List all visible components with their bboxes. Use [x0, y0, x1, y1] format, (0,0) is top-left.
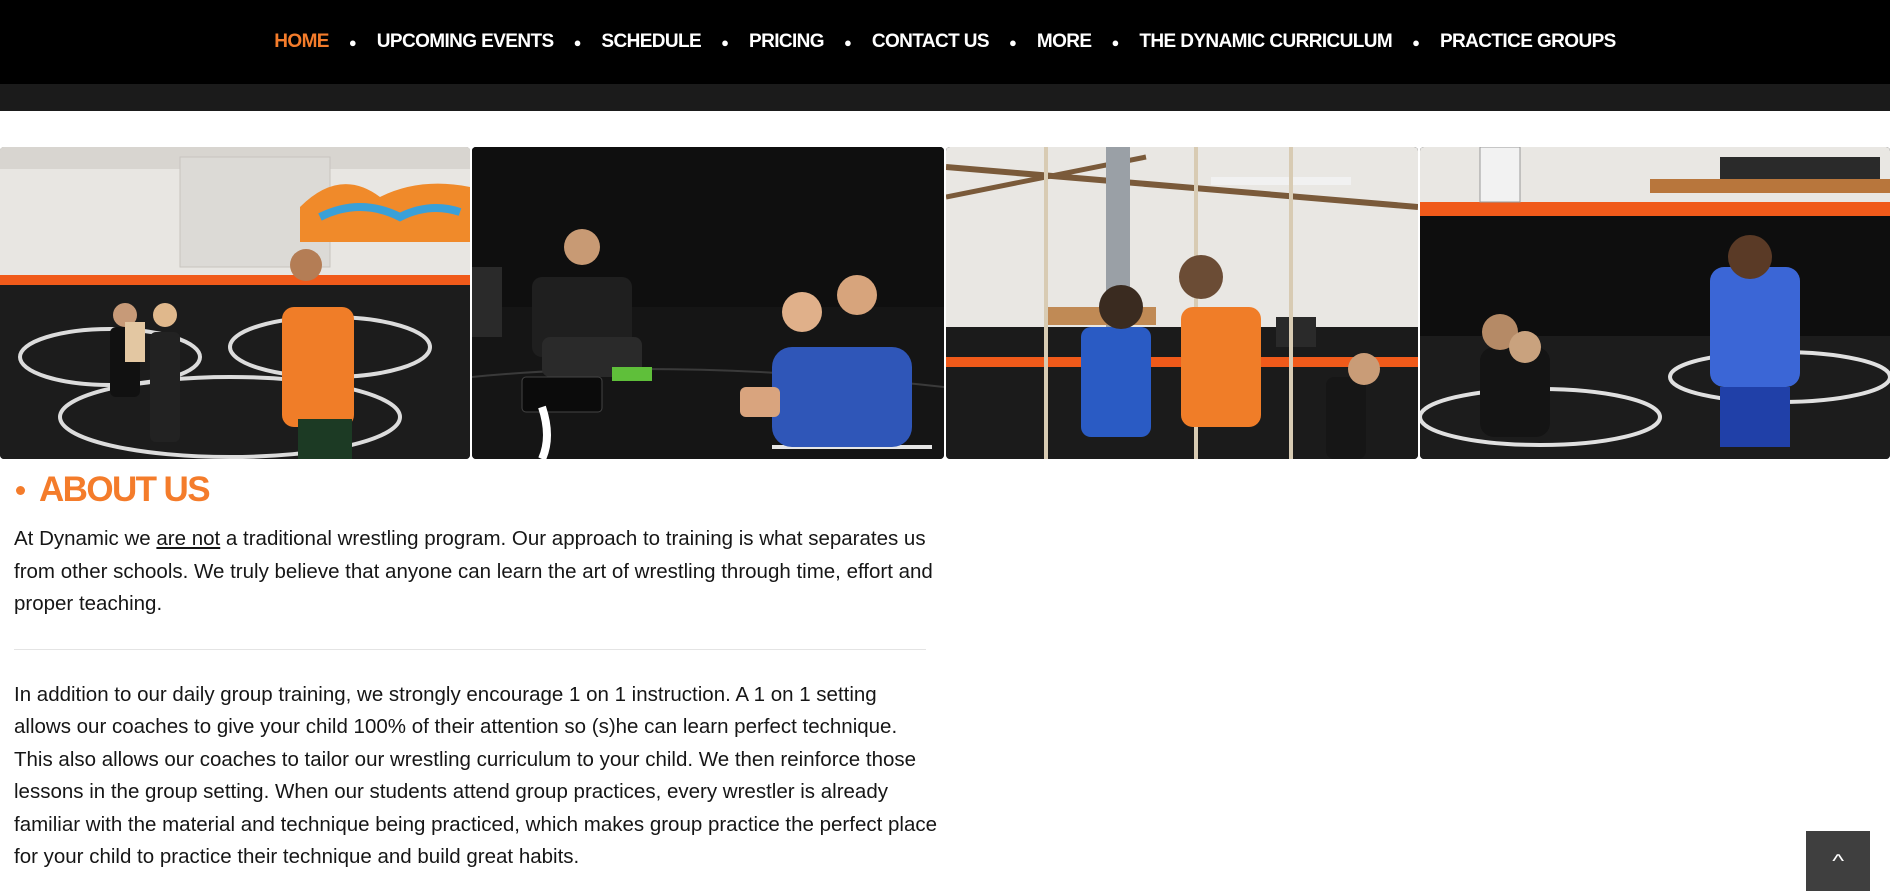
- wrestling-coach-photo[interactable]: [0, 147, 470, 459]
- nav-item-contact-us[interactable]: CONTACT US: [872, 31, 990, 52]
- wrestling-partner-drill-photo[interactable]: [1420, 147, 1890, 459]
- wrestling-coach-illustration: [0, 147, 470, 459]
- nav-item-dynamic-curriculum-wrap: THE DYNAMIC CURRICULUM: [1139, 31, 1392, 53]
- wrestling-drill-photo[interactable]: [472, 147, 944, 459]
- nav-item-schedule[interactable]: SCHEDULE: [601, 31, 701, 52]
- chevron-up-icon: ^: [1832, 851, 1844, 871]
- section-divider: [14, 648, 926, 650]
- photo-gallery: [0, 147, 1890, 459]
- nav-item-upcoming-events[interactable]: UPCOMING EVENTS: [377, 31, 554, 52]
- nav-item-schedule-wrap: SCHEDULE: [601, 31, 701, 53]
- nav-item-home[interactable]: HOME: [274, 31, 329, 52]
- wrestling-partner-drill-illustration: [1420, 147, 1890, 459]
- about-paragraph-intro: At Dynamic we are not a traditional wres…: [14, 523, 939, 621]
- nav-separator: ●: [1111, 34, 1120, 50]
- nav-item-contact-us-wrap: CONTACT US: [872, 31, 990, 53]
- nav-item-practice-groups[interactable]: PRACTICE GROUPS: [1440, 31, 1616, 52]
- nav-separator: ●: [573, 34, 582, 50]
- about-heading: ABOUT US: [14, 470, 934, 510]
- nav-item-practice-groups-wrap: PRACTICE GROUPS: [1440, 31, 1616, 53]
- nav-item-more[interactable]: MORE: [1037, 31, 1092, 52]
- about-intro-emphasis: are not: [156, 527, 221, 550]
- about-intro-start: At Dynamic we: [14, 527, 157, 550]
- nav-separator: ●: [348, 34, 357, 50]
- about-title: ABOUT US: [39, 470, 211, 509]
- header-subbar: [0, 84, 1890, 111]
- about-paragraph-instruction: In addition to our daily group training,…: [14, 682, 937, 869]
- nav-item-pricing-wrap: PRICING: [749, 31, 825, 53]
- wrestling-students-illustration: [946, 147, 1418, 459]
- nav-item-more-wrap: MORE: [1037, 31, 1092, 53]
- back-to-top-button[interactable]: ^: [1806, 831, 1870, 891]
- nav-list: HOME ● UPCOMING EVENTS ● SCHEDULE ● PRIC…: [274, 31, 1616, 53]
- nav-separator: ●: [1008, 34, 1017, 50]
- wrestling-students-photo[interactable]: [946, 147, 1418, 459]
- wrestling-drill-illustration: [472, 147, 944, 459]
- about-section: ABOUT US At Dynamic we are not a traditi…: [14, 470, 937, 874]
- nav-separator: ●: [1412, 34, 1420, 50]
- main-navigation: HOME ● UPCOMING EVENTS ● SCHEDULE ● PRIC…: [0, 0, 1890, 84]
- nav-item-home-wrap: HOME: [274, 31, 329, 53]
- nav-separator: ●: [843, 34, 852, 50]
- nav-item-upcoming-events-wrap: UPCOMING EVENTS: [377, 31, 554, 53]
- nav-item-dynamic-curriculum[interactable]: THE DYNAMIC CURRICULUM: [1139, 31, 1392, 52]
- heading-bullet-icon: [16, 485, 25, 495]
- nav-item-pricing[interactable]: PRICING: [749, 31, 825, 52]
- nav-separator: ●: [721, 34, 729, 50]
